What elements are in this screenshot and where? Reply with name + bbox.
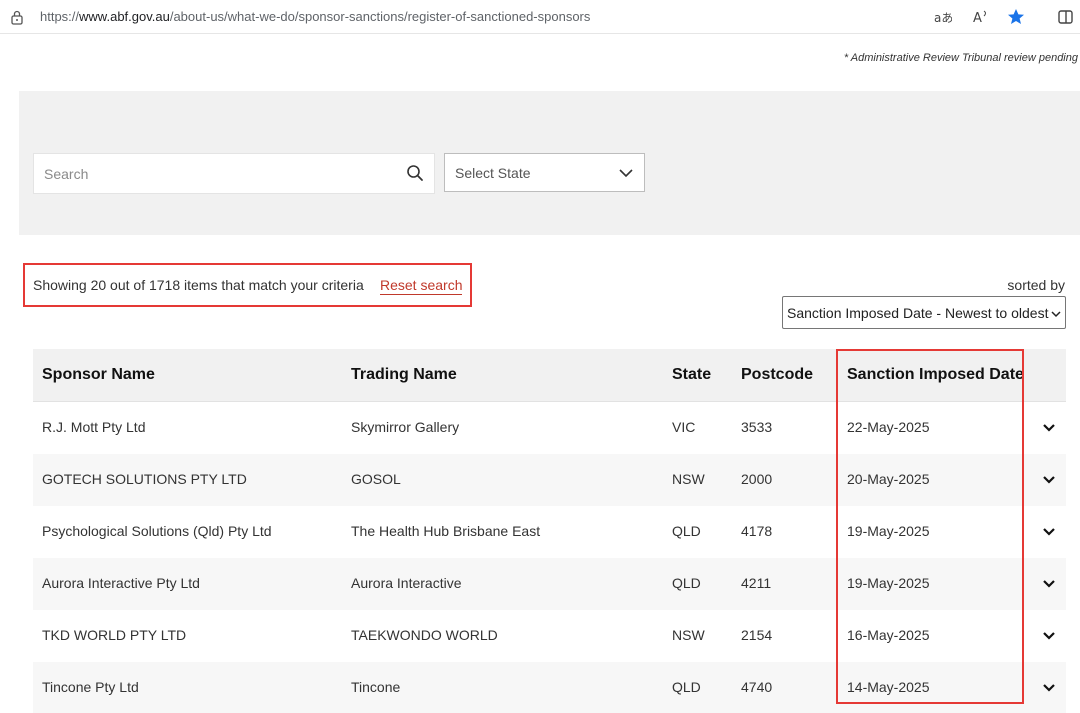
cell-postcode: 4740	[741, 679, 773, 695]
cell-sponsor-name: GOTECH SOLUTIONS PTY LTD	[42, 471, 247, 487]
search-icon[interactable]	[406, 164, 424, 182]
header-trading-name[interactable]: Trading Name	[351, 366, 457, 384]
cell-trading-name: Aurora Interactive	[351, 575, 462, 591]
chevron-down-icon[interactable]	[1041, 628, 1057, 644]
sort-select-value: Sanction Imposed Date - Newest to oldest	[787, 305, 1049, 321]
cell-sanction-date: 16-May-2025	[847, 627, 930, 643]
search-input[interactable]	[44, 154, 384, 193]
chevron-down-icon[interactable]	[1041, 420, 1057, 436]
lock-icon[interactable]	[10, 9, 24, 25]
url-path: /about-us/what-we-do/sponsor-sanctions/r…	[169, 9, 591, 24]
cell-postcode: 4178	[741, 523, 773, 539]
svg-text:A: A	[973, 11, 982, 26]
review-pending-note: * Administrative Review Tribunal review …	[843, 52, 1078, 64]
chevron-down-icon[interactable]	[1041, 472, 1057, 488]
sorted-by-label: sorted by	[1007, 277, 1065, 293]
header-sponsor-name[interactable]: Sponsor Name	[42, 366, 155, 384]
state-select[interactable]: Select State	[444, 153, 645, 192]
header-state[interactable]: State	[672, 366, 711, 384]
chevron-down-icon[interactable]	[1041, 576, 1057, 592]
cell-trading-name: Skymirror Gallery	[351, 419, 460, 435]
cell-sponsor-name: R.J. Mott Pty Ltd	[42, 419, 146, 435]
cell-sanction-date: 22-May-2025	[847, 419, 930, 435]
table-row[interactable]: Psychological Solutions (Qld) Pty Ltd Th…	[33, 506, 1066, 558]
text-size-icon[interactable]: A	[971, 7, 991, 27]
cell-state: QLD	[672, 523, 701, 539]
cell-sanction-date: 20-May-2025	[847, 471, 930, 487]
chevron-down-icon	[619, 169, 633, 178]
cell-trading-name: GOSOL	[351, 471, 401, 487]
cell-postcode: 2154	[741, 627, 773, 643]
url-prefix: https://	[40, 9, 80, 24]
cell-sponsor-name: TKD WORLD PTY LTD	[42, 627, 187, 643]
cell-trading-name: The Health Hub Brisbane East	[351, 523, 541, 539]
cell-state: NSW	[672, 627, 705, 643]
cell-sanction-date: 19-May-2025	[847, 575, 930, 591]
table-row[interactable]: Tincone Pty Ltd Tincone QLD 4740 14-May-…	[33, 662, 1066, 713]
cell-trading-name: Tincone	[351, 679, 401, 695]
header-sanction-imposed-date[interactable]: Sanction Imposed Date	[847, 366, 1024, 384]
read-aloud-icon[interactable]: aあ	[932, 7, 953, 27]
svg-text:aあ: aあ	[934, 11, 952, 25]
chevron-down-icon	[1051, 311, 1061, 318]
cell-sanction-date: 14-May-2025	[847, 679, 930, 695]
cell-sanction-date: 19-May-2025	[847, 523, 930, 539]
cell-postcode: 4211	[741, 575, 772, 591]
table-row[interactable]: R.J. Mott Pty Ltd Skymirror Gallery VIC …	[33, 402, 1066, 454]
cell-state: VIC	[672, 419, 696, 435]
cell-postcode: 3533	[741, 419, 773, 435]
cell-sponsor-name: Psychological Solutions (Qld) Pty Ltd	[42, 523, 272, 539]
chevron-down-icon[interactable]	[1041, 524, 1057, 540]
reset-search-link[interactable]: Reset search	[380, 277, 463, 295]
cell-sponsor-name: Aurora Interactive Pty Ltd	[42, 575, 200, 591]
results-summary: Showing 20 out of 1718 items that match …	[23, 263, 472, 307]
favorite-star-icon[interactable]	[1006, 7, 1026, 27]
search-box[interactable]	[33, 153, 435, 194]
cell-trading-name: TAEKWONDO WORLD	[351, 627, 498, 643]
header-postcode[interactable]: Postcode	[741, 366, 813, 384]
sanctioned-sponsors-table: Sponsor Name Trading Name State Postcode…	[33, 349, 1066, 713]
sort-select[interactable]: Sanction Imposed Date - Newest to oldest	[782, 296, 1066, 329]
cell-state: QLD	[672, 679, 701, 695]
table-row[interactable]: TKD WORLD PTY LTD TAEKWONDO WORLD NSW 21…	[33, 610, 1066, 662]
url-host: www.abf.gov.au	[79, 9, 170, 24]
cell-state: NSW	[672, 471, 705, 487]
cell-state: QLD	[672, 575, 701, 591]
cell-postcode: 2000	[741, 471, 773, 487]
browser-address-bar: https://www.abf.gov.au/about-us/what-we-…	[0, 0, 1080, 34]
state-select-label: Select State	[455, 165, 531, 181]
split-screen-icon[interactable]	[1056, 7, 1076, 27]
table-row[interactable]: GOTECH SOLUTIONS PTY LTD GOSOL NSW 2000 …	[33, 454, 1066, 506]
chevron-down-icon[interactable]	[1041, 680, 1057, 696]
table-row[interactable]: Aurora Interactive Pty Ltd Aurora Intera…	[33, 558, 1066, 610]
table-header-row: Sponsor Name Trading Name State Postcode…	[33, 349, 1066, 402]
results-count-text: Showing 20 out of 1718 items that match …	[33, 277, 364, 293]
address-url[interactable]: https://www.abf.gov.au/about-us/what-we-…	[40, 9, 590, 24]
cell-sponsor-name: Tincone Pty Ltd	[42, 679, 139, 695]
